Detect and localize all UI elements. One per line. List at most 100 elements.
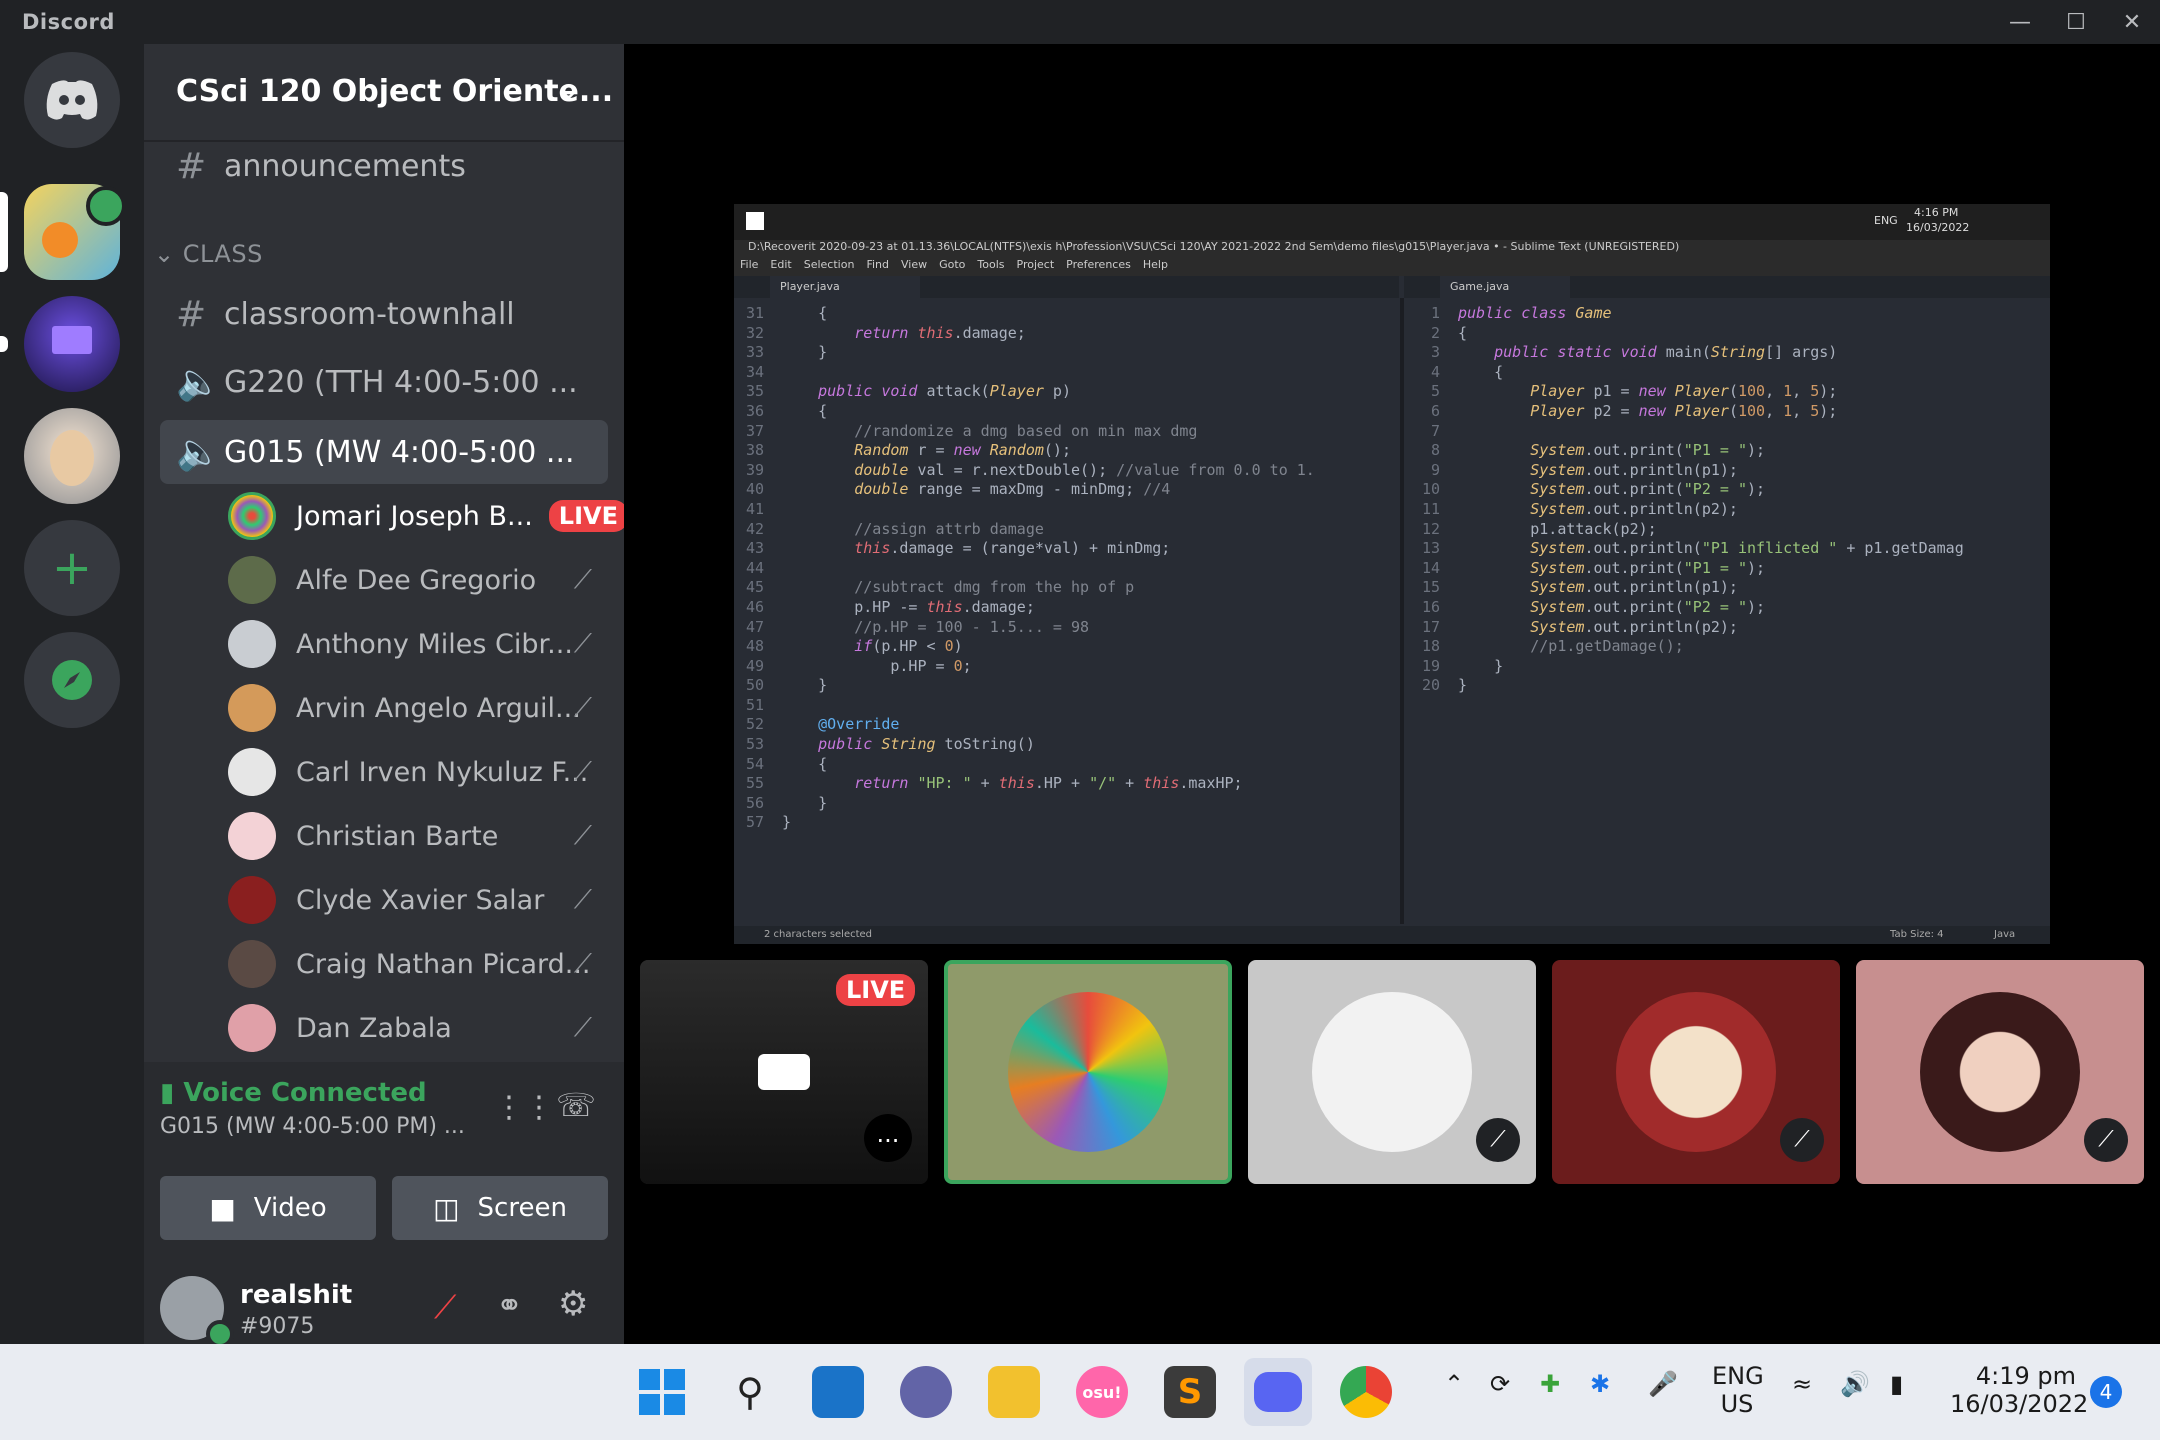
voice-user[interactable]: Dan Zabala ⟋ [228,1000,608,1056]
discord-taskbar-button[interactable] [1244,1358,1312,1426]
search-icon[interactable]: ⚲ [724,1366,776,1418]
code-text: public String toString() [818,735,1035,754]
discord-logo-icon [46,80,98,120]
java-logo-icon [42,222,78,258]
code-text: } [782,793,828,812]
voice-user[interactable]: Jomari Joseph B... LIVE [228,488,628,544]
close-button[interactable]: ✕ [2100,0,2160,44]
language-indicator[interactable]: ENG US [1712,1362,1764,1418]
code-text: //assign attrb damage [854,519,1044,538]
headphones-icon[interactable]: ⚭ [496,1286,523,1324]
server-laptop[interactable] [24,296,120,392]
menu-item[interactable]: Goto [939,258,965,276]
gear-icon[interactable]: ⚙ [558,1284,588,1324]
code-line: 13 System.out.println("P1 inflicted " + … [1410,539,2050,559]
menu-item[interactable]: Preferences [1066,258,1131,276]
voice-user[interactable]: Clyde Xavier Salar ⟋ [228,872,608,928]
bluetooth-icon[interactable]: ✱ [1590,1370,1610,1398]
tab-game-java[interactable]: Game.java [1440,276,1570,298]
more-options-button[interactable]: ... [864,1114,912,1162]
code-pane-left[interactable]: 31 {32 return this.damage; 33 } 34 35 publ… [734,304,1394,864]
tray-app-icon[interactable]: ✚ [1540,1370,1560,1398]
voice-user[interactable]: Arvin Angelo Arguil... ⟋ [228,680,608,736]
code-text: { [782,401,828,420]
menu-item[interactable]: Tools [977,258,1004,276]
explore-button[interactable] [24,632,120,728]
channel-g220[interactable]: 🔈 G220 (TTH 4:00-5:00 ... [176,354,608,410]
channel-g015[interactable]: 🔈 G015 (MW 4:00-5:00 ... [160,420,608,484]
line-number: 50 [745,676,764,695]
code-line: 41 [734,500,1394,520]
category-label: CLASS [182,240,263,268]
participant-tile[interactable]: ⟋ [1248,960,1536,1184]
code-text: } [1458,656,1504,675]
code-line: 42 //assign attrb damage [734,520,1394,540]
menu-item[interactable]: View [901,258,927,276]
wifi-icon[interactable]: ≈ [1792,1370,1812,1398]
sublime-text-icon[interactable]: S [1164,1366,1216,1418]
line-number: 19 [1421,656,1440,675]
line-number: 40 [745,480,764,499]
microphone-icon[interactable]: 🎤 [1648,1370,1678,1398]
chevron-up-icon[interactable]: ⌃ [1444,1370,1464,1398]
menu-item[interactable]: Help [1143,258,1168,276]
maximize-button[interactable]: ☐ [2044,0,2108,44]
channel-classroom-townhall[interactable]: # classroom-townhall [176,286,608,342]
add-server-button[interactable]: + [24,520,120,616]
clock[interactable]: 4:19 pm 16/03/2022 [1950,1362,2088,1418]
minimize-button[interactable]: — [1988,0,2052,44]
menu-item[interactable]: Selection [804,258,855,276]
voice-user[interactable]: Craig Nathan Picard... ⟋ [228,936,608,992]
notification-badge[interactable]: 4 [2090,1376,2122,1408]
tab-player-java[interactable]: Player.java [770,276,920,298]
code-line: 54 { [734,755,1394,775]
chrome-icon[interactable] [1340,1366,1392,1418]
server-puppy[interactable] [24,408,120,504]
stream-tile[interactable]: LIVE ... [640,960,928,1184]
file-explorer-icon[interactable] [988,1366,1040,1418]
sync-icon[interactable]: ⟳ [1490,1370,1510,1398]
remote-lang: ENG [1874,214,1898,227]
menu-item[interactable]: Project [1017,258,1055,276]
sublime-title: D:\Recoverit 2020-09-23 at 01.13.36\LOCA… [734,240,2050,258]
noise-suppression-icon[interactable]: ⋮⋮ [494,1090,554,1125]
code-text: System.out.print("P1 = "); [1530,441,1766,460]
stream-screen[interactable]: ENG 4:16 PM 16/03/2022 D:\Recoverit 2020… [734,204,2050,944]
code-text: this.damage = (range*val) + minDmg; [854,539,1171,558]
menu-item[interactable]: Edit [770,258,791,276]
line-number: 7 [1430,421,1440,440]
volume-icon[interactable]: 🔊 [1840,1370,1870,1398]
voice-user[interactable]: Carl Irven Nykuluz F... ⟋ [228,744,608,800]
channel-announcements[interactable]: # announcements [176,138,608,194]
teams-chat-icon[interactable] [900,1366,952,1418]
osu-icon[interactable]: osu! [1076,1366,1128,1418]
voice-user[interactable]: Alfe Dee Gregorio ⟋ [228,552,608,608]
voice-channel-link[interactable]: G015 (MW 4:00-5:00 PM) ... [160,1114,465,1139]
start-button[interactable] [636,1366,688,1418]
battery-icon[interactable]: ▮ [1890,1370,1903,1398]
menu-item[interactable]: Find [866,258,889,276]
line-number: 42 [745,519,764,538]
mic-muted-icon: ⟋ [2084,1118,2128,1162]
code-line: 12 p1.attack(p2); [1410,520,2050,540]
participant-tile[interactable]: ⟋ [1856,960,2144,1184]
screen-share-button[interactable]: ◫ Screen [392,1176,608,1240]
code-pane-right[interactable]: 1 public class Game 2{3 public static void… [1410,304,2050,864]
video-button[interactable]: ■ Video [160,1176,376,1240]
category-class[interactable]: ⌄ CLASS [154,240,263,268]
line-number: 33 [745,343,764,362]
voice-user[interactable]: Christian Barte ⟋ [228,808,608,864]
widgets-icon[interactable] [812,1366,864,1418]
home-button[interactable] [24,52,120,148]
code-text: return "HP: " + this.HP + "/" + this.max… [854,774,1243,793]
mic-muted-icon[interactable]: ⟋ [434,1288,456,1327]
participant-tile[interactable]: ⟋ [1552,960,1840,1184]
menu-item[interactable]: File [740,258,758,276]
disconnect-icon[interactable]: ☏ [556,1086,596,1124]
guild-header[interactable]: CSci 120 Object Oriente... ⌄ [144,44,624,142]
line-number: 6 [1430,401,1440,420]
participant-tile-speaking[interactable] [944,960,1232,1184]
code-text: if(p.HP < 0) [854,637,963,656]
voice-user[interactable]: Anthony Miles Cibr... ⟋ [228,616,608,672]
